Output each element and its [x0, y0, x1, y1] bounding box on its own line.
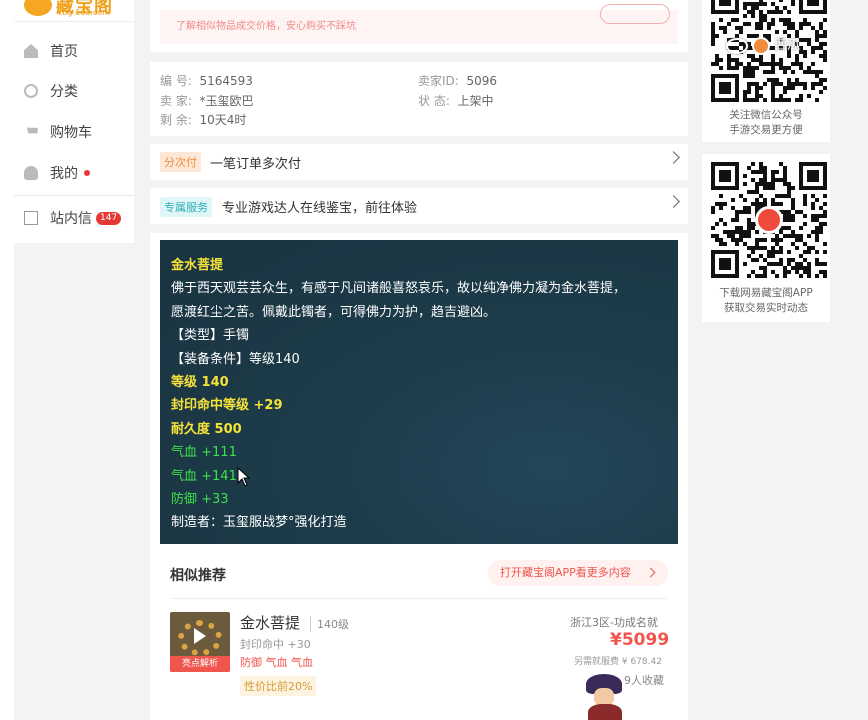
price-notice-card: 了解相似物品成交价格，安心购买不踩坑: [150, 0, 688, 52]
item-fee: 另需就服费 ¥ 678.42: [574, 657, 662, 667]
item-price: ¥5099: [610, 630, 670, 650]
sidebar-edge: [0, 0, 14, 720]
sidebar-item-cart[interactable]: 购物车: [24, 121, 92, 143]
sidebar-item-label: 站内信: [50, 211, 92, 227]
mail-icon: [24, 211, 38, 225]
seller-character-avatar: [582, 674, 628, 720]
watermark-logo-icon: [752, 36, 771, 55]
value-badge: 性价比前20%: [240, 676, 317, 696]
status-label: 状 态:: [418, 94, 450, 108]
equipment-line: 【类型】手镯: [171, 328, 250, 344]
chevron-right-icon: [645, 567, 656, 578]
wechat-qr-caption-2: 手游交易更方便: [729, 124, 803, 136]
app-qr-caption-2: 获取交易实时动态: [724, 302, 808, 314]
wechat-qr-caption-1: 关注微信公众号: [729, 109, 803, 121]
sidebar-item-messages[interactable]: 站内信 147: [24, 207, 122, 229]
expert-service-tag: 专属服务: [160, 197, 212, 217]
left-sidebar: 藏宝阁 cbg.163.com 首页 分类 购物车 我的 站内信 147: [0, 0, 148, 720]
item-tags: 防御 气血 气血: [240, 656, 313, 669]
expert-service-text: 专业游戏达人在线鉴宝，前往体验: [222, 201, 418, 216]
equipment-line: 【装备条件】等级140: [171, 351, 300, 367]
highlight-analysis-label: 亮点解析: [170, 656, 230, 672]
watermark-eye-icon: [726, 37, 748, 54]
open-app-label: 打开藏宝阁APP看更多内容: [500, 566, 631, 579]
item-id-row: 编 号: 5164593: [160, 72, 253, 89]
item-info-card: 编 号: 5164593 卖 家: *玉玺欧巴 剩 余: 10天4时 卖家ID:…: [150, 62, 688, 136]
equipment-description-panel: 金水菩提佛于西天观芸芸众生，有感于凡间诸般喜怒哀乐，故以纯净佛力凝为金水菩提， 愿…: [160, 240, 678, 544]
installment-text: 一笔订单多次付: [210, 157, 302, 172]
seller-value: *玉玺欧巴: [199, 94, 254, 108]
app-qr-caption-1: 下载网易藏宝阁APP: [719, 287, 813, 299]
price-notice-text: 了解相似物品成交价格，安心购买不踩坑: [176, 21, 356, 32]
equipment-line: 愿渡红尘之苦。佩戴此镯者，可得佛力为护，趋吉避凶。: [171, 304, 497, 320]
seller-id-value: 5096: [466, 74, 498, 88]
equipment-line: 防御 +33: [171, 492, 229, 508]
home-icon: [24, 44, 38, 58]
sidebar-item-mine[interactable]: 我的: [24, 162, 90, 184]
item-id-label: 编 号:: [160, 74, 192, 88]
divider: [14, 195, 134, 196]
site-logo[interactable]: 藏宝阁 cbg.163.com: [24, 0, 124, 20]
watermark-text: 西瓜: [774, 38, 801, 53]
expert-service-row[interactable]: 专属服务 专业游戏达人在线鉴宝，前往体验: [150, 188, 688, 224]
section-title: 相似推荐: [170, 568, 226, 584]
divider: [170, 598, 668, 599]
avatar-body: [588, 704, 622, 720]
wechat-qr-card: 关注微信公众号 手游交易更方便: [702, 0, 830, 142]
open-app-button[interactable]: 打开藏宝阁APP看更多内容: [488, 560, 668, 586]
remaining-row: 剩 余: 10天4时: [160, 111, 246, 128]
logo-coin-icon: [24, 0, 52, 16]
divider: [14, 21, 134, 22]
price-notice-button[interactable]: [600, 4, 670, 24]
item-thumbnail[interactable]: 亮点解析: [170, 612, 230, 672]
chevron-right-icon: [667, 195, 680, 208]
app-logo-icon: [755, 206, 783, 234]
item-id-value: 5164593: [199, 74, 253, 88]
item-level: 140级: [310, 616, 349, 632]
app-qr-code: [711, 162, 827, 278]
equipment-line: 佛于西天观芸芸众生，有感于凡间诸般喜怒哀乐，故以纯净佛力凝为金水菩提，: [171, 281, 627, 297]
equipment-line: 金水菩提: [171, 258, 224, 273]
sidebar-item-category[interactable]: 分类: [24, 80, 78, 102]
sidebar-item-label: 购物车: [50, 125, 92, 141]
chevron-right-icon: [667, 151, 680, 164]
video-watermark: 西瓜: [726, 34, 800, 55]
favorite-count: 9人收藏: [624, 674, 664, 687]
seller-id-label: 卖家ID:: [418, 74, 459, 88]
mouse-cursor-icon: [237, 467, 251, 487]
sidebar-item-label: 首页: [50, 44, 78, 60]
item-attribute: 封印命中 +30: [240, 638, 311, 651]
category-icon: [24, 84, 38, 98]
message-count-badge: 147: [96, 211, 122, 225]
seller-label: 卖 家:: [160, 94, 192, 108]
sidebar-item-label: 我的: [50, 166, 78, 182]
equipment-detail-card: 金水菩提佛于西天观芸芸众生，有感于凡间诸般喜怒哀乐，故以纯净佛力凝为金水菩提， 愿…: [150, 233, 688, 549]
equipment-line: 制造者：玉玺服战梦°强化打造: [171, 515, 347, 531]
installment-tag: 分次付: [160, 152, 201, 172]
equipment-line: 气血 +111: [171, 445, 237, 461]
play-icon: [194, 628, 206, 644]
notification-dot: [84, 170, 90, 176]
item-name[interactable]: 金水菩提: [240, 612, 300, 633]
remaining-value: 10天4时: [199, 113, 247, 127]
user-icon: [24, 166, 38, 180]
equipment-line: 耐久度 500: [171, 421, 242, 437]
sidebar-item-label: 分类: [50, 84, 78, 100]
remaining-label: 剩 余:: [160, 113, 192, 127]
price-notice-banner: 了解相似物品成交价格，安心购买不踩坑: [160, 4, 678, 44]
cart-icon: [24, 126, 38, 134]
status-row: 状 态: 上架中: [418, 92, 494, 109]
seller-id-row: 卖家ID: 5096: [418, 72, 497, 89]
equipment-line: 等级 140: [171, 375, 229, 391]
sidebar-item-home[interactable]: 首页: [24, 40, 78, 62]
installment-row[interactable]: 分次付 一笔订单多次付: [150, 144, 688, 180]
status-value: 上架中: [457, 94, 494, 108]
logo-domain: cbg.163.com: [58, 8, 110, 17]
equipment-line: 封印命中等级 +29: [171, 398, 283, 414]
item-server: 浙江3区-功成名就: [570, 616, 658, 629]
seller-row: 卖 家: *玉玺欧巴: [160, 92, 254, 109]
similar-recommendations-card: 相似推荐 打开藏宝阁APP看更多内容 亮点解析 金水菩提 140级 封印命中 +…: [150, 548, 688, 720]
app-qr-card: 下载网易藏宝阁APP 获取交易实时动态: [702, 154, 830, 322]
